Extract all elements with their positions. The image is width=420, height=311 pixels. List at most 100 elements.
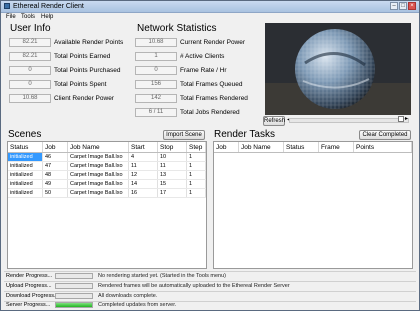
cell-job-name: Carpet Image Ball.lxo [67,152,129,162]
render-progress-label: Render Progress... [6,273,53,279]
cell-job-name: Carpet Image Ball.lxo [67,188,129,198]
cell-job-name: Carpet Image Ball.lxo [67,161,129,171]
client-render-power-value: 10.68 [9,94,51,103]
scroll-right-icon[interactable]: ▸ [405,115,408,122]
points-earned-label: Total Points Earned [54,53,111,60]
table-row[interactable]: initialized 49 Carpet Image Ball.lxo 14 … [8,179,206,189]
cell-status: initialized [8,161,43,171]
download-progress-text: All downloads complete. [98,293,158,299]
points-spent-value: 0 [9,80,51,89]
server-progress-fill [56,303,92,307]
points-purchased-value: 0 [9,66,51,75]
cell-stop: 10 [157,152,187,162]
user-info-title: User Info [10,23,51,34]
cell-job-name: Carpet Image Ball.lxo [67,170,129,180]
cell-stop: 11 [157,161,187,171]
cell-step: 1 [186,152,206,162]
title-bar: Ethereal Render Client – □ × [1,1,419,13]
cell-start: 4 [128,152,158,162]
clear-completed-button[interactable]: Clear Completed [359,130,411,140]
col-status[interactable]: Status [8,142,43,153]
cell-status: initialized [8,152,43,162]
download-progress-bar [55,293,93,299]
menu-tools[interactable]: Tools [21,13,35,22]
frames-queued-value: 156 [135,80,177,89]
frames-rendered-label: Total Frames Rendered [180,95,248,102]
cell-stop: 17 [157,188,187,198]
scenes-table: Status Job Job Name Start Stop Step init… [7,141,207,269]
import-scene-button[interactable]: Import Scene [163,130,205,140]
col-frame[interactable]: Frame [318,142,354,153]
cell-job: 48 [42,170,68,180]
client-render-power-label: Client Render Power [54,95,114,102]
col-job-name[interactable]: Job Name [238,142,284,153]
jobs-rendered-value: 6 / 11 [135,108,177,117]
table-row[interactable]: initialized 46 Carpet Image Ball.lxo 4 1… [8,152,206,162]
cell-status: initialized [8,188,43,198]
cell-start: 14 [128,179,158,189]
col-job[interactable]: Job [42,142,68,153]
render-preview-image [265,23,411,115]
col-stop[interactable]: Stop [157,142,187,153]
render-progress-row: Render Progress... No rendering started … [4,272,416,280]
jobs-rendered-label: Total Jobs Rendered [180,109,240,116]
current-render-power-value: 10.68 [135,38,177,47]
rendered-ball-image [265,23,411,115]
cell-step: 1 [186,170,206,180]
points-purchased-label: Total Points Purchased [54,67,121,74]
server-progress-label: Server Progress... [6,302,51,308]
scenes-header-row: Status Job Job Name Start Stop Step [8,142,206,153]
points-spent-label: Total Points Spent [54,81,107,88]
col-start[interactable]: Start [128,142,158,153]
render-tasks-title: Render Tasks [214,129,275,140]
frames-queued-label: Total Frames Queued [180,81,243,88]
available-points-value: 82.21 [9,38,51,47]
render-progress-text: No rendering started yet. (Started in th… [98,273,226,279]
col-job-name[interactable]: Job Name [67,142,129,153]
network-stats-title: Network Statistics [137,23,217,34]
menu-help[interactable]: Help [41,13,53,22]
server-progress-text: Completed updates from server. [98,302,177,308]
table-row[interactable]: initialized 48 Carpet Image Ball.lxo 12 … [8,170,206,180]
active-clients-label: # Active Clients [180,53,225,60]
preview-checkbox[interactable] [398,116,404,122]
cell-step: 1 [186,179,206,189]
window-title: Ethereal Render Client [13,3,84,10]
cell-start: 16 [128,188,158,198]
close-icon[interactable]: × [408,2,416,10]
refresh-button[interactable]: Refresh [263,116,285,126]
col-points[interactable]: Points [353,142,412,153]
table-row[interactable]: initialized 50 Carpet Image Ball.lxo 16 … [8,188,206,198]
available-points-label: Available Render Points [54,39,124,46]
menu-bar: File Tools Help [1,13,419,22]
app-window: Ethereal Render Client – □ × File Tools … [0,0,420,311]
cell-job: 47 [42,161,68,171]
table-row[interactable]: initialized 47 Carpet Image Ball.lxo 11 … [8,161,206,171]
tasks-header-row: Job Job Name Status Frame Points [214,142,412,153]
cell-status: initialized [8,179,43,189]
cell-job-name: Carpet Image Ball.lxo [67,179,129,189]
cell-stop: 15 [157,179,187,189]
current-render-power-label: Current Render Power [180,39,246,46]
upload-progress-text: Rendered frames will be automatically up… [98,283,290,289]
col-job[interactable]: Job [214,142,239,153]
render-tasks-table: Job Job Name Status Frame Points [213,141,413,269]
scenes-title: Scenes [8,129,42,140]
preview-scrollbar[interactable] [289,118,409,123]
menu-file[interactable]: File [6,13,16,22]
cell-step: 1 [186,188,206,198]
col-status[interactable]: Status [283,142,319,153]
frames-rendered-value: 142 [135,94,177,103]
col-step[interactable]: Step [186,142,206,153]
server-progress-bar [55,302,93,308]
minimize-icon[interactable]: – [390,2,398,10]
upload-progress-row: Upload Progress... Rendered frames will … [4,282,416,290]
upload-progress-bar [55,283,93,289]
frame-rate-value: 0 [135,66,177,75]
app-icon [4,3,10,9]
render-progress-bar [55,273,93,279]
cell-status: initialized [8,170,43,180]
maximize-icon[interactable]: □ [399,2,407,10]
server-progress-row: Server Progress... Completed updates fro… [4,301,416,309]
download-progress-label: Download Progress... [6,293,59,299]
